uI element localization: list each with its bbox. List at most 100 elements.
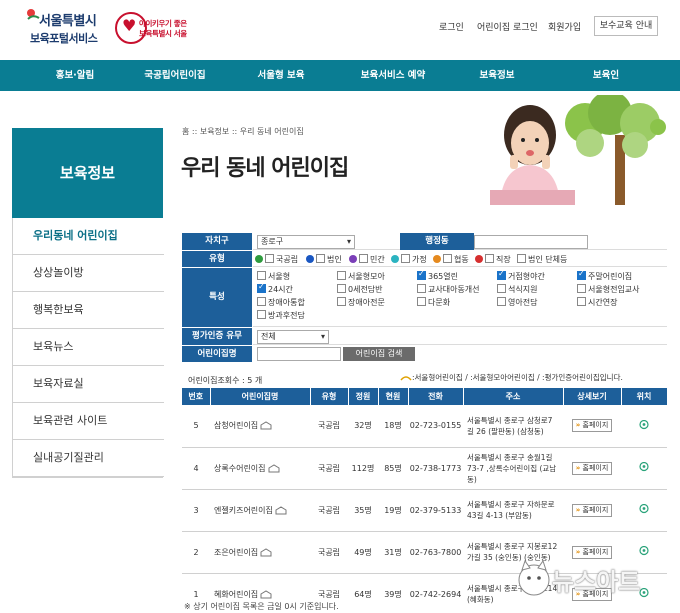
sidebar-item-resources[interactable]: 보육자료실 xyxy=(13,366,164,403)
cert-house-icon xyxy=(260,547,272,556)
cell-name[interactable]: 상록수어린이집 xyxy=(210,447,310,490)
result-count: 어린이집조회수 : 5 개 xyxy=(188,376,263,385)
nav-reservation[interactable]: 보육서비스 예약 xyxy=(352,60,434,91)
dong-input[interactable] xyxy=(474,235,588,249)
map-pin-icon[interactable] xyxy=(639,462,649,472)
type-home-checkbox[interactable]: 가정 xyxy=(391,254,427,265)
sidebar-item-air-quality[interactable]: 실내공기질관리 xyxy=(13,440,164,477)
cell-type: 국공립 xyxy=(310,447,348,490)
cell-name[interactable]: 엔젤키즈어린이집 xyxy=(210,489,310,532)
double-arrow-icon: » xyxy=(575,463,581,472)
district-label: 자치구 xyxy=(182,233,252,250)
map-pin-icon[interactable] xyxy=(639,546,649,556)
feature-integrated-checkbox[interactable]: 장애아통합 xyxy=(257,297,305,308)
feature-disability-checkbox[interactable]: 장애아전문 xyxy=(337,297,385,308)
map-pin-icon[interactable] xyxy=(639,419,649,430)
feature-seoul-checkbox[interactable]: 서울형 xyxy=(257,271,290,282)
col-detail: 상세보기 xyxy=(563,388,622,405)
cell-no: 3 xyxy=(182,489,210,532)
training-info-button[interactable]: 보수교육 안내 xyxy=(594,16,658,36)
nav-seoul-care[interactable]: 서울형 보육 xyxy=(250,60,312,91)
nav-caregivers[interactable]: 보육인 xyxy=(584,60,628,91)
daycare-login-link[interactable]: 어린이집 로그인 xyxy=(477,20,538,33)
cert-label: 평가인증 유무 xyxy=(182,328,252,345)
daycare-name-link[interactable]: 조은어린이집 xyxy=(214,548,258,557)
type-private-checkbox[interactable]: 민간 xyxy=(349,254,385,265)
login-link[interactable]: 로그인 xyxy=(439,20,464,33)
sidebar-item-news[interactable]: 보육뉴스 xyxy=(13,329,164,366)
cert-house-icon xyxy=(260,589,272,598)
cell-current: 85명 xyxy=(378,447,408,490)
feature-infant0-checkbox[interactable]: 0세전담반 xyxy=(337,284,383,295)
cell-detail: » 홈페이지 xyxy=(563,489,621,532)
homepage-label: 홈페이지 xyxy=(582,421,609,430)
feature-multicultural-checkbox[interactable]: 다문화 xyxy=(417,297,450,308)
cell-phone: 02-742-2694 xyxy=(408,573,463,613)
district-select[interactable]: 종로구 xyxy=(257,235,355,249)
table-row: 5 삼청어린이집 국공립 32명 18명 02-723-0155 서울특별시 종로구 삼청로… xyxy=(182,405,667,448)
type-work-checkbox[interactable]: 직장 xyxy=(475,254,511,265)
feature-extended-checkbox[interactable]: 시간연장 xyxy=(577,297,617,308)
feature-ratio-checkbox[interactable]: 교사대아동개선 xyxy=(417,284,480,295)
seoul-logo[interactable]: 서울특별시 보육포털서비스 xyxy=(26,8,106,46)
cell-capacity: 112명 xyxy=(348,447,378,490)
feature-afterschool-checkbox[interactable]: 방과후전담 xyxy=(257,310,305,321)
daycare-name-link[interactable]: 상록수어린이집 xyxy=(214,464,266,473)
page-title: 우리 동네 어린이집 xyxy=(181,156,349,181)
type-corp-checkbox[interactable]: 법인 xyxy=(306,254,342,265)
red-dot-icon xyxy=(475,255,483,263)
cell-capacity: 35명 xyxy=(348,489,378,532)
sidebar-item-playroom[interactable]: 상상놀이방 xyxy=(13,255,164,292)
daycare-name-link[interactable]: 삼청어린이집 xyxy=(214,421,258,430)
cell-no: 5 xyxy=(182,405,210,448)
checkbox-icon xyxy=(517,254,526,263)
name-label: 어린이집명 xyxy=(182,346,252,362)
nav-care-info[interactable]: 보육정보 xyxy=(472,60,522,91)
cert-select[interactable]: 전체 xyxy=(257,330,329,344)
feature-24h-checkbox[interactable]: 24시간 xyxy=(257,282,293,295)
homepage-button[interactable]: » 홈페이지 xyxy=(572,461,612,475)
nav-public-daycare[interactable]: 국공립어린이집 xyxy=(135,60,215,91)
daycare-name-link[interactable]: 엔젤키즈어린이집 xyxy=(214,506,273,515)
daycare-name-link[interactable]: 혜화어린이집 xyxy=(214,590,258,599)
name-input[interactable] xyxy=(257,347,341,361)
legend: :서울형어린이집 / :서울형모아어린이집 / :평가인증어린이집입니다. xyxy=(398,372,623,383)
search-button[interactable]: 어린이집 검색 xyxy=(343,347,415,361)
checkbox-icon xyxy=(497,284,506,293)
feature-seoulmoa-checkbox[interactable]: 서울형모아 xyxy=(337,271,385,282)
checkbox-icon xyxy=(485,254,494,263)
cell-name[interactable]: 삼청어린이집 xyxy=(210,405,310,448)
feature-dinner-checkbox[interactable]: 석식지원 xyxy=(497,284,537,295)
col-phone: 전화 xyxy=(408,388,464,405)
checkbox-icon xyxy=(443,254,452,263)
cell-name[interactable]: 조은어린이집 xyxy=(210,531,310,574)
cell-capacity: 49명 xyxy=(348,531,378,574)
type-public-checkbox[interactable]: 국공립 xyxy=(255,254,298,265)
feature-night-checkbox[interactable]: 거점형야간 xyxy=(497,269,545,282)
nav-news[interactable]: 홍보·알림 xyxy=(45,60,105,91)
feature-fulltime-teacher-checkbox[interactable]: 서울형전임교사 xyxy=(577,284,640,295)
type-label: 유형 xyxy=(182,251,252,267)
col-capacity: 정원 xyxy=(348,388,379,405)
sidebar-item-sites[interactable]: 보육관련 사이트 xyxy=(13,403,164,440)
checkbox-icon xyxy=(265,254,274,263)
feature-infant-checkbox[interactable]: 영아전담 xyxy=(497,297,537,308)
type-org-checkbox[interactable]: 법인 단체등 xyxy=(517,254,567,265)
signup-link[interactable]: 회원가입 xyxy=(548,20,581,33)
watermark: 뉴스아트 xyxy=(514,556,664,602)
homepage-button[interactable]: » 홈페이지 xyxy=(572,503,612,517)
cell-location xyxy=(621,405,667,448)
feature-365-checkbox[interactable]: 365열린 xyxy=(417,269,458,282)
purple-dot-icon xyxy=(349,255,357,263)
cell-capacity: 64명 xyxy=(348,573,378,613)
cell-type: 국공립 xyxy=(310,531,348,574)
homepage-button[interactable]: » 홈페이지 xyxy=(572,419,612,433)
logo-title: 서울특별시 xyxy=(39,14,97,29)
sidebar-item-neighborhood[interactable]: 우리동네 어린이집 xyxy=(13,218,164,255)
site-header: 서울특별시 보육포털서비스 ♥ 아이키우기 좋은 보육특별시 서울 로그인 어린… xyxy=(0,0,680,60)
map-pin-icon[interactable] xyxy=(639,504,649,514)
sidebar-item-happy-care[interactable]: 행복한보육 xyxy=(13,292,164,329)
type-coop-checkbox[interactable]: 협동 xyxy=(433,254,469,265)
feature-weekend-checkbox[interactable]: 주말어린이집 xyxy=(577,269,632,282)
checkbox-icon xyxy=(359,254,368,263)
